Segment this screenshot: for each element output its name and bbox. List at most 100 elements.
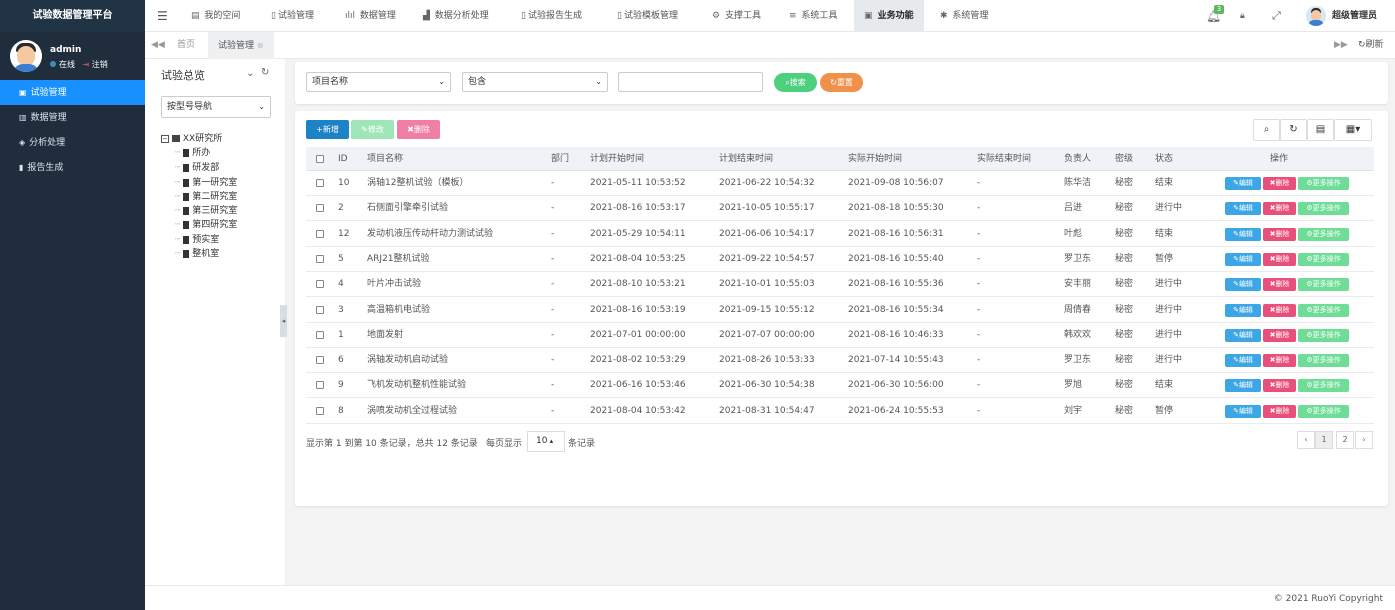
refresh-table-button[interactable]: ↻ <box>1280 119 1307 141</box>
row-delete-button[interactable]: ✖删除 <box>1263 404 1296 418</box>
row-checkbox[interactable] <box>316 330 324 339</box>
row-checkbox[interactable] <box>316 229 324 238</box>
row-more-button[interactable]: ⚙更多操作 <box>1298 227 1349 241</box>
refresh-tab-button[interactable]: ↻刷新 <box>1358 32 1384 59</box>
export-button[interactable]: ▤ <box>1307 119 1334 141</box>
column-header[interactable]: ID <box>338 147 348 171</box>
sidebar-item-analysis[interactable]: ◈ 分析处理 <box>0 130 145 155</box>
row-checkbox[interactable] <box>316 254 324 263</box>
next-page-button[interactable]: › <box>1355 431 1373 449</box>
row-delete-button[interactable]: ✖删除 <box>1263 252 1296 266</box>
row-checkbox[interactable] <box>316 179 324 187</box>
tree-node[interactable]: ┈ 整机室 <box>175 246 219 259</box>
tree-node[interactable]: ┈ 第三研究室 <box>175 203 237 216</box>
table-row[interactable]: 12 发动机液压传动杆动力测试试验 - 2021-05-29 10:54:11 2021… <box>306 222 1374 247</box>
column-header[interactable]: 负责人 <box>1064 147 1091 171</box>
column-header[interactable]: 状态 <box>1155 147 1173 171</box>
row-checkbox[interactable] <box>316 305 324 314</box>
topnav-report[interactable]: ▯ 试验报告生成 <box>521 0 582 32</box>
row-edit-button[interactable]: ✎编辑 <box>1225 227 1261 241</box>
topnav-system-tools[interactable]: ≡ 系统工具 <box>789 0 837 32</box>
row-more-button[interactable]: ⚙更多操作 <box>1298 202 1349 216</box>
row-delete-button[interactable]: ✖删除 <box>1263 328 1296 342</box>
topnav-test-management[interactable]: ▯ 试验管理 <box>271 0 314 32</box>
topnav-template[interactable]: ▯ 试验模板管理 <box>617 0 678 32</box>
column-header[interactable]: 部门 <box>551 147 569 171</box>
row-delete-button[interactable]: ✖删除 <box>1263 177 1296 190</box>
reset-button[interactable]: ↻重置 <box>820 73 863 92</box>
row-more-button[interactable]: ⚙更多操作 <box>1298 252 1349 266</box>
tree-node[interactable]: ┈ 第四研究室 <box>175 217 237 230</box>
prev-page-button[interactable]: ‹ <box>1297 431 1315 449</box>
tab-close-icon[interactable]: ⊗ <box>257 41 264 50</box>
tree-refresh-icon[interactable]: ↻ <box>261 67 269 78</box>
sidebar-item-test-management[interactable]: ▣ 试验管理 <box>0 80 145 105</box>
row-delete-button[interactable]: ✖删除 <box>1263 227 1296 241</box>
column-header[interactable]: 计划结束时间 <box>719 147 773 171</box>
tabs-scroll-left-icon[interactable]: ◀◀ <box>151 32 165 59</box>
nav-mode-select[interactable]: 按型号导航 ⌄ <box>161 96 271 118</box>
row-delete-button[interactable]: ✖删除 <box>1263 354 1296 368</box>
tabs-scroll-right-icon[interactable]: ▶▶ <box>1334 32 1348 59</box>
tree-node[interactable]: ┈ 研发部 <box>175 160 219 173</box>
row-delete-button[interactable]: ✖删除 <box>1263 278 1296 292</box>
sidebar-item-report[interactable]: ▮ 报告生成 <box>0 155 145 180</box>
topnav-data-management[interactable]: ılıl 数据管理 <box>345 0 396 32</box>
row-edit-button[interactable]: ✎编辑 <box>1225 202 1261 216</box>
row-edit-button[interactable]: ✎编辑 <box>1225 354 1261 368</box>
row-edit-button[interactable]: ✎编辑 <box>1225 177 1261 190</box>
topnav-my-space[interactable]: ▤ 我的空间 <box>191 0 240 32</box>
row-edit-button[interactable]: ✎编辑 <box>1225 404 1261 418</box>
row-checkbox[interactable] <box>316 356 324 365</box>
search-button[interactable]: ⌕搜索 <box>774 73 817 92</box>
row-delete-button[interactable]: ✖删除 <box>1263 303 1296 317</box>
row-edit-button[interactable]: ✎编辑 <box>1225 278 1261 292</box>
avatar[interactable] <box>10 40 42 72</box>
table-row[interactable]: 2 石侧面引擎牵引试验 - 2021-08-16 10:53:17 2021-10-05… <box>306 196 1374 222</box>
search-field-select[interactable]: 项目名称 ⌄ <box>306 72 451 92</box>
toggle-search-button[interactable]: ⌕ <box>1253 119 1280 141</box>
row-checkbox[interactable] <box>316 280 324 289</box>
table-row[interactable]: 8 涡喷发动机全过程试验 - 2021-08-04 10:53:42 2021-08-3… <box>306 399 1374 424</box>
column-header[interactable]: 项目名称 <box>367 147 403 171</box>
fullscreen-icon[interactable]: ⤢ <box>1272 0 1281 32</box>
table-row[interactable]: 3 高温箱机电试验 - 2021-08-16 10:53:19 2021-09-15 1… <box>306 298 1374 323</box>
table-row[interactable]: 10 涡轴12整机试验（模板） - 2021-05-11 10:53:52 2021-0… <box>306 171 1374 196</box>
row-checkbox[interactable] <box>316 204 324 213</box>
columns-button[interactable]: ▦▾ <box>1334 119 1372 141</box>
row-edit-button[interactable]: ✎编辑 <box>1225 328 1261 342</box>
topnav-business[interactable]: ▣ 业务功能 <box>854 0 924 32</box>
row-more-button[interactable]: ⚙更多操作 <box>1298 404 1349 418</box>
column-header[interactable]: 计划开始时间 <box>590 147 644 171</box>
table-row[interactable]: 1 地面发射 - 2021-07-01 00:00:00 2021-07-07 00:0… <box>306 323 1374 348</box>
topnav-system-admin[interactable]: ✱ 系统管理 <box>940 0 988 32</box>
tree-collapse-icon[interactable]: − <box>161 134 169 143</box>
topnav-data-analysis[interactable]: ▟ 数据分析处理 <box>423 0 489 32</box>
topnav-support-tools[interactable]: ⚙ 支撑工具 <box>712 0 761 32</box>
column-header[interactable]: 密级 <box>1115 147 1133 171</box>
row-more-button[interactable]: ⚙更多操作 <box>1298 177 1349 190</box>
row-edit-button[interactable]: ✎编辑 <box>1225 252 1261 266</box>
page-1-button[interactable]: 1 <box>1315 431 1333 449</box>
row-more-button[interactable]: ⚙更多操作 <box>1298 379 1349 393</box>
top-avatar[interactable] <box>1306 6 1326 26</box>
tree-node[interactable]: ┈ 所办 <box>175 145 210 158</box>
row-more-button[interactable]: ⚙更多操作 <box>1298 303 1349 317</box>
sidebar-item-data-management[interactable]: ▥ 数据管理 <box>0 105 145 130</box>
top-user-name[interactable]: 超级管理员 <box>1332 0 1377 32</box>
tree-node[interactable]: ┈ 预实室 <box>175 232 219 245</box>
menu-toggle-icon[interactable]: ☰ <box>157 0 168 32</box>
column-header[interactable]: 实际开始时间 <box>848 147 902 171</box>
tab-home[interactable]: 首页 <box>177 32 195 59</box>
tree-node[interactable]: ┈ 第一研究室 <box>175 175 237 188</box>
logout-link[interactable]: ⇥ 注销 <box>83 60 108 69</box>
add-button[interactable]: +新增 <box>306 120 349 139</box>
search-operator-select[interactable]: 包含 ⌄ <box>462 72 608 92</box>
per-page-select[interactable]: 10 ▴ <box>527 431 565 452</box>
delete-button[interactable]: ✖删除 <box>397 120 440 139</box>
tree-root[interactable]: − XX研究所 <box>161 131 222 144</box>
row-checkbox[interactable] <box>316 406 324 415</box>
row-edit-button[interactable]: ✎编辑 <box>1225 379 1261 393</box>
splitter-handle[interactable]: ◂ <box>280 305 287 337</box>
row-delete-button[interactable]: ✖删除 <box>1263 202 1296 216</box>
